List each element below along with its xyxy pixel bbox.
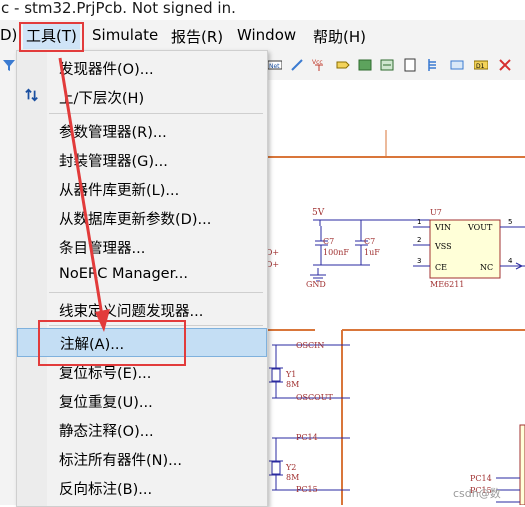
menu-reports[interactable]: 报告(R) <box>171 26 223 47</box>
u7-pin-vss: VSS <box>435 242 452 251</box>
bus-entry-icon[interactable] <box>290 58 304 72</box>
menu-item-label: NoERC Manager... <box>59 266 189 282</box>
menu-item-label: 参数管理器(R)... <box>59 125 167 141</box>
menu-item-label: 标注所有器件(N)... <box>59 453 182 469</box>
gnd-label: GND <box>306 280 326 289</box>
port-icon[interactable] <box>336 58 350 72</box>
net-pc14-right: PC14 <box>470 474 492 483</box>
menu-item-update-params-from-db[interactable]: 从数据库更新参数(D)... <box>17 203 267 232</box>
tools-dropdown-menu: 发现器件(O)... 上/下层次(H) 参数管理器(R)... 封装管理器(G)… <box>16 50 268 507</box>
pin-num-3: 3 <box>417 257 422 265</box>
pin-num-2: 2 <box>417 236 422 244</box>
menu-simulate[interactable]: Simulate <box>92 26 158 44</box>
menu-item-label: 复位重复(U)... <box>59 395 153 411</box>
watermark: csdn@数 <box>453 487 501 500</box>
menu-item-find-component[interactable]: 发现器件(O)... <box>17 53 267 82</box>
highlight-box-annotate <box>38 320 186 366</box>
menu-item-noerc-manager[interactable]: NoERC Manager... <box>17 261 267 290</box>
svg-text:Net: Net <box>269 63 280 70</box>
net-pc14: PC14 <box>296 433 318 442</box>
harness-entry-icon[interactable] <box>450 58 464 72</box>
menu-item-label: 反向标注(B)... <box>59 482 153 498</box>
menu-item-label: 发现器件(O)... <box>59 62 154 78</box>
u7-part-name: ME6211 <box>430 280 465 289</box>
menu-item-item-manager[interactable]: 条目管理器... <box>17 232 267 261</box>
menu-window[interactable]: Window <box>237 26 296 44</box>
menu-item-footprint-manager[interactable]: 封装管理器(G)... <box>17 145 267 174</box>
menu-item-label: 封装管理器(G)... <box>59 154 168 170</box>
up-down-arrows-icon <box>25 88 38 102</box>
device-sheet-icon[interactable] <box>403 58 417 72</box>
c7b-designator: C7 <box>364 237 376 246</box>
highlight-box-tools-menu <box>19 22 84 52</box>
sheet-entry-icon[interactable] <box>380 58 394 72</box>
menu-item-label: 条目管理器... <box>59 241 146 257</box>
y2-designator: Y2 <box>286 463 297 472</box>
menu-item-label: 从器件库更新(L)... <box>59 183 180 199</box>
c7-value: 100nF <box>323 248 349 257</box>
pin-num-4: 4 <box>508 257 513 265</box>
u7-pin-nc: NC <box>480 263 494 272</box>
sheet-symbol-icon[interactable] <box>358 58 372 72</box>
y1-designator: Y1 <box>286 370 297 379</box>
menu-item-up-down-hierarchy[interactable]: 上/下层次(H) <box>17 82 267 111</box>
net-5v-label: 5V <box>312 208 325 218</box>
menu-item-parameter-manager[interactable]: 参数管理器(R)... <box>17 116 267 145</box>
c7b-value: 1uF <box>364 248 380 257</box>
c7-designator: C7 <box>323 237 335 246</box>
menu-item-label: 从数据库更新参数(D)... <box>59 212 212 228</box>
net-pc15: PC15 <box>296 485 318 494</box>
pin-num-1: 1 <box>417 218 422 226</box>
menu-item-back-annotate[interactable]: 反向标注(B)... <box>17 473 267 502</box>
pin-num-5: 5 <box>508 218 513 226</box>
u7-pin-vout: VOUT <box>468 223 493 232</box>
menu-item-static-annotate[interactable]: 静态注释(O)... <box>17 415 267 444</box>
menu-separator <box>49 292 263 293</box>
filter-icon[interactable] <box>2 58 16 72</box>
menu-item-label: 线束定义问题发现器... <box>59 304 204 320</box>
net-oscout: OSCOUT <box>296 393 333 402</box>
menu-item-reset-duplicates[interactable]: 复位重复(U)... <box>17 386 267 415</box>
svg-text:D1: D1 <box>476 63 485 70</box>
vcc-power-icon[interactable]: Vcc <box>312 58 326 72</box>
u7-pin-ce: CE <box>435 263 447 272</box>
menu-separator <box>49 113 263 114</box>
harness-connector-icon[interactable] <box>426 58 440 72</box>
y1-value: 8M <box>286 380 300 389</box>
directive-icon[interactable]: D1 <box>474 58 488 72</box>
menu-item-update-from-library[interactable]: 从器件库更新(L)... <box>17 174 267 203</box>
menu-design[interactable]: D) <box>0 26 17 44</box>
net-label-icon[interactable]: Net <box>268 58 282 72</box>
menu-item-label: 静态注释(O)... <box>59 424 154 440</box>
menu-item-label: 上/下层次(H) <box>59 91 145 107</box>
net-oscin: OSCIN <box>296 341 325 350</box>
menu-item-annotate-all[interactable]: 标注所有器件(N)... <box>17 444 267 473</box>
window-title: c - stm32.PrjPcb. Not signed in. <box>0 0 525 20</box>
u7-pin-vin: VIN <box>435 223 451 232</box>
menu-help[interactable]: 帮助(H) <box>313 26 366 47</box>
u7-designator: U7 <box>430 208 442 217</box>
y2-value: 8M <box>286 473 300 482</box>
no-erc-icon[interactable] <box>498 58 512 72</box>
